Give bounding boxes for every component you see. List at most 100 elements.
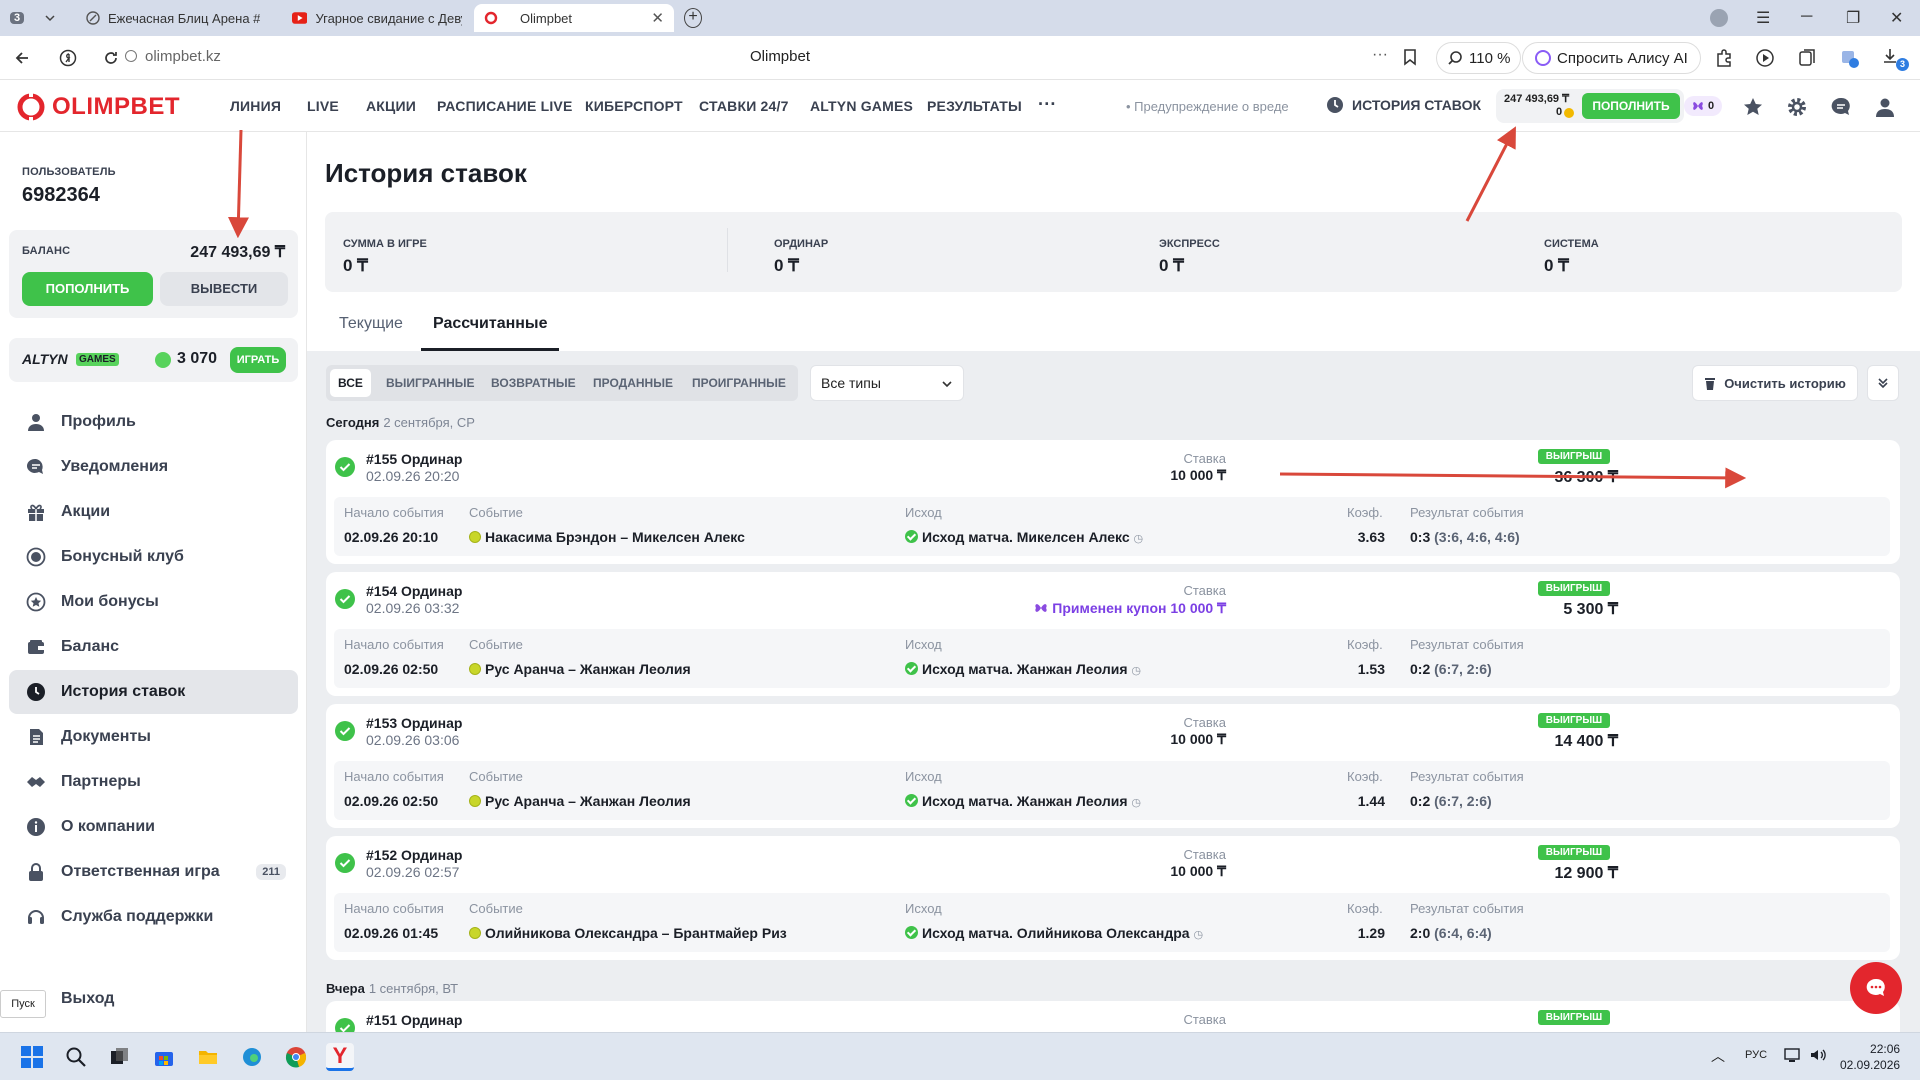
window-close-icon[interactable]: ✕ <box>1890 8 1903 28</box>
filter-all[interactable]: ВСЕ <box>330 369 371 397</box>
task-view-icon[interactable] <box>105 1043 133 1071</box>
extensions-icon[interactable] <box>1714 48 1734 68</box>
yandex-browser-icon[interactable]: Y <box>326 1043 354 1071</box>
chrome-icon[interactable] <box>282 1043 310 1071</box>
nav-akcii[interactable]: АКЦИИ <box>366 98 416 114</box>
sidebar-item-logout[interactable]: Выход <box>9 977 298 1021</box>
search-icon[interactable] <box>62 1043 90 1071</box>
sidebar-item-support[interactable]: Служба поддержки <box>9 895 298 939</box>
header-deposit-button[interactable]: ПОПОЛНИТЬ <box>1582 93 1680 119</box>
sidebar-item-partners[interactable]: Партнеры <box>9 760 298 804</box>
profile-avatar-icon[interactable] <box>1710 9 1728 27</box>
tab-current[interactable]: Текущие <box>339 315 403 333</box>
sidebar-item-my-bonuses[interactable]: Мои бонусы <box>9 580 298 624</box>
sidebar-item-bonus-club[interactable]: Бонусный клуб <box>9 535 298 579</box>
altyn-games-widget[interactable]: ALTYN GAMES 3 070 ИГРАТЬ <box>9 338 298 382</box>
browser-tab[interactable]: Ежечасная Блиц Арена # <box>76 4 276 32</box>
filter-returned[interactable]: ВОЗВРАТНЫЕ <box>483 369 584 397</box>
sidebar-item-about[interactable]: О компании <box>9 805 298 849</box>
close-icon[interactable]: ✕ <box>651 9 664 27</box>
media-icon[interactable] <box>1755 48 1775 68</box>
event-name[interactable]: Накасима Брэндон – Микелсен Алекс <box>485 529 745 545</box>
sidebar-item-promotions[interactable]: Акции <box>9 490 298 534</box>
minimize-icon[interactable]: ─ <box>1801 8 1812 26</box>
info-icon[interactable]: ◷ <box>1131 665 1141 677</box>
edge-icon[interactable] <box>238 1043 266 1071</box>
sidebar-item-bet-history[interactable]: История ставок <box>9 670 298 714</box>
header-balance[interactable]: 247 493,69 ₸ 0 ПОПОЛНИТЬ <box>1496 89 1684 123</box>
tab-list-button[interactable] <box>40 4 66 32</box>
withdraw-button[interactable]: ВЫВЕСТИ <box>160 272 288 306</box>
ask-alisa-button[interactable]: Спросить Алису AI <box>1522 42 1701 74</box>
chat-bubble-icon <box>25 456 47 478</box>
language-indicator[interactable]: РУС <box>1745 1049 1767 1061</box>
info-icon[interactable]: ◷ <box>1131 797 1141 809</box>
browser-tab-active[interactable]: Olimpbet ✕ <box>474 4 674 32</box>
bet-card[interactable]: #152 Ординар 02.09.26 02:57 Ставка 10 00… <box>326 836 1900 960</box>
sidebar-item-profile[interactable]: Профиль <box>9 400 298 444</box>
nav-altyn-games[interactable]: ALTYN GAMES <box>810 98 913 114</box>
deposit-button[interactable]: ПОПОЛНИТЬ <box>22 272 153 306</box>
bet-history-link[interactable]: ИСТОРИЯ СТАВОК <box>1326 96 1481 114</box>
event-name[interactable]: Рус Аранча – Жанжан Леолия <box>485 793 691 809</box>
filter-won[interactable]: ВЫИГРАННЫЕ <box>378 369 483 397</box>
file-explorer-icon[interactable] <box>194 1043 222 1071</box>
new-tab-button[interactable]: + <box>680 4 706 32</box>
balance-label: БАЛАНС <box>22 245 71 257</box>
bet-type-select[interactable]: Все типы <box>810 365 964 401</box>
collections-icon[interactable] <box>1797 48 1817 68</box>
col-start-label: Начало события <box>344 901 444 916</box>
menu-icon[interactable]: ☰ <box>1756 8 1770 28</box>
event-name[interactable]: Олийникова Олександра – Брантмайер Риз <box>485 925 787 941</box>
user-icon[interactable] <box>1874 96 1896 118</box>
olimpbet-logo[interactable]: OLIMPBET <box>16 92 180 122</box>
event-name[interactable]: Рус Аранча – Жанжан Леолия <box>485 661 691 677</box>
nav-esports[interactable]: КИБЕРСПОРТ <box>585 98 683 114</box>
summary-label: ОРДИНАР <box>774 238 829 250</box>
network-icon[interactable] <box>1783 1046 1801 1064</box>
harm-warning-link[interactable]: • Предупреждение о вреде <box>1126 99 1289 114</box>
info-icon[interactable]: ◷ <box>1134 533 1144 545</box>
favorites-icon[interactable] <box>1742 96 1764 118</box>
clear-history-button[interactable]: Очистить историю <box>1692 365 1858 401</box>
sidebar-item-notifications[interactable]: Уведомления <box>9 445 298 489</box>
altyn-play-button[interactable]: ИГРАТЬ <box>230 347 286 373</box>
nav-live[interactable]: LIVE <box>307 98 339 114</box>
sidebar-item-responsible-gaming[interactable]: Ответственная игра 211 <box>9 850 298 894</box>
zoom-icon <box>1448 51 1462 65</box>
nav-schedule-live[interactable]: РАСПИСАНИЕ LIVE <box>437 98 573 114</box>
sidebar-item-balance[interactable]: Баланс <box>9 625 298 669</box>
tab-settled[interactable]: Рассчитанные <box>433 315 548 333</box>
bet-card[interactable]: #155 Ординар 02.09.26 20:20 Ставка 10 00… <box>326 440 1900 564</box>
bet-card[interactable]: #154 Ординар 02.09.26 03:32 Ставка Приме… <box>326 572 1900 696</box>
filter-lost[interactable]: ПРОИГРАННЫЕ <box>684 369 794 397</box>
browser-tab[interactable]: Угарное свидание с Деву <box>282 4 472 32</box>
promo-badge[interactable]: 0 <box>1684 96 1723 116</box>
windows-start-icon[interactable] <box>18 1043 46 1071</box>
store-icon[interactable] <box>150 1043 178 1071</box>
bookmark-icon[interactable] <box>1403 48 1417 66</box>
tray-chevron-icon[interactable]: ︿ <box>1711 1046 1725 1066</box>
settings-icon[interactable] <box>1786 96 1808 118</box>
nav-more-icon[interactable]: ··· <box>1038 94 1057 115</box>
zoom-control[interactable]: 110 % <box>1436 42 1522 74</box>
tab-title: Ежечасная Блиц Арена # <box>108 10 261 26</box>
restore-icon[interactable]: ❐ <box>1846 8 1860 28</box>
nav-results[interactable]: РЕЗУЛЬТАТЫ <box>927 98 1022 114</box>
nav-liniya[interactable]: ЛИНИЯ <box>230 98 281 114</box>
support-chat-button[interactable] <box>1850 962 1902 1014</box>
sidebar-item-documents[interactable]: Документы <box>9 715 298 759</box>
col-outcome-label: Исход <box>905 901 942 916</box>
filter-sold[interactable]: ПРОДАННЫЕ <box>585 369 681 397</box>
chat-icon[interactable] <box>1830 96 1852 118</box>
volume-icon[interactable] <box>1809 1046 1827 1064</box>
col-coef-label: Коэф. <box>1347 637 1383 652</box>
info-icon[interactable]: ◷ <box>1193 929 1203 941</box>
collapse-all-button[interactable] <box>1867 365 1899 401</box>
extension-icon[interactable] <box>1839 48 1859 68</box>
more-dots-icon[interactable]: ··· <box>1372 46 1388 64</box>
system-clock[interactable]: 22:06 02.09.2026 <box>1840 1041 1900 1073</box>
bet-card[interactable]: #153 Ординар 02.09.26 03:06 Ставка 10 00… <box>326 704 1900 828</box>
tab-counter[interactable]: 3 <box>6 4 36 32</box>
nav-bets-247[interactable]: СТАВКИ 24/7 <box>699 98 789 114</box>
